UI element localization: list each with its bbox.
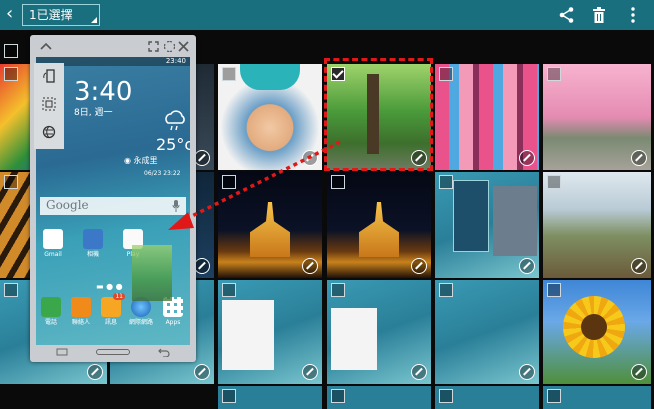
expand-icon[interactable] [519, 258, 535, 274]
gallery-thumbnail[interactable] [543, 64, 651, 170]
expand-icon[interactable] [302, 258, 318, 274]
app-phone[interactable]: 電話 [38, 297, 64, 327]
expand-icon[interactable] [631, 364, 647, 380]
gallery-thumbnail[interactable] [435, 280, 539, 384]
settings-panel-shape [331, 308, 377, 370]
back-icon[interactable] [158, 347, 170, 357]
popup-header [30, 35, 196, 57]
gallery-thumbnail[interactable] [543, 172, 651, 278]
gallery-thumbnail[interactable] [435, 172, 539, 278]
phone-screenshot-shape [453, 180, 489, 252]
expand-icon[interactable] [302, 364, 318, 380]
app-gmail[interactable]: Gmail [40, 229, 66, 259]
weather-cloud-icon [165, 110, 185, 131]
app-internet[interactable]: 網際網路 [128, 297, 154, 327]
top-toolbar: ‹ 1已選擇 [0, 0, 654, 30]
back-arrow-icon[interactable]: ‹ [6, 4, 13, 24]
home-date: 8日, 週一 [74, 108, 113, 118]
trash-icon[interactable] [590, 6, 608, 24]
select-all-checkbox[interactable] [4, 44, 18, 58]
tower-shape [359, 202, 399, 257]
home-clock: 3:40 [74, 77, 133, 107]
camera-icon [83, 229, 103, 249]
app-label: Gmail [44, 251, 62, 258]
gallery-thumbnail[interactable] [327, 280, 431, 384]
select-checkbox[interactable] [222, 283, 236, 297]
select-checkbox[interactable] [4, 67, 18, 81]
maximize-icon[interactable] [164, 41, 175, 52]
expand-icon[interactable] [631, 258, 647, 274]
resize-window-icon[interactable] [42, 97, 56, 111]
recent-apps-icon[interactable] [56, 348, 68, 356]
select-checkbox[interactable] [439, 389, 453, 403]
gallery-thumbnail[interactable] [327, 386, 431, 409]
expand-icon[interactable] [519, 364, 535, 380]
gallery-thumbnail[interactable] [435, 64, 539, 170]
drag-arrow [168, 140, 341, 230]
gallery-thumbnail[interactable] [543, 280, 651, 384]
dropdown-triangle-icon [91, 17, 97, 23]
select-checkbox[interactable] [547, 175, 561, 189]
hat-shape [240, 64, 300, 90]
close-icon[interactable] [178, 41, 189, 52]
gallery-thumbnail[interactable] [218, 386, 322, 409]
select-checkbox[interactable] [547, 67, 561, 81]
expand-icon[interactable] [631, 150, 647, 166]
share-icon[interactable] [558, 6, 576, 24]
select-checkbox[interactable] [222, 389, 236, 403]
app-apps[interactable]: Apps [160, 297, 186, 327]
chevron-up-icon[interactable] [40, 41, 52, 51]
gallery-thumbnail[interactable] [218, 280, 322, 384]
select-checkbox[interactable] [439, 67, 453, 81]
globe-settings-icon[interactable] [42, 125, 56, 139]
select-checkbox[interactable] [4, 175, 18, 189]
dragged-photo-preview [132, 245, 172, 301]
select-checkbox[interactable] [439, 175, 453, 189]
expand-icon[interactable] [411, 258, 427, 274]
popup-side-tools [34, 63, 64, 149]
unread-badge: 11 [113, 293, 125, 300]
more-vertical-icon[interactable] [624, 6, 642, 24]
app-camera[interactable]: 相機 [80, 229, 106, 259]
expand-icon[interactable] [519, 150, 535, 166]
popup-nav-bar [36, 345, 190, 359]
page-indicator: ▬ ● ● [96, 282, 123, 291]
rotate-window-icon[interactable] [42, 69, 56, 83]
select-checkbox[interactable] [547, 389, 561, 403]
app-messages[interactable]: 11 訊息 [98, 293, 125, 327]
select-checkbox[interactable] [4, 283, 18, 297]
select-checkbox[interactable] [331, 283, 345, 297]
app-label: 電話 [44, 319, 57, 326]
app-contacts[interactable]: 聯絡人 [68, 297, 94, 327]
app-label: 相機 [86, 251, 99, 258]
google-logo-text: Google [46, 198, 89, 212]
messages-icon: 11 [101, 293, 125, 317]
selection-count-label: 1已選擇 [29, 8, 73, 22]
app-label: 訊息 [104, 319, 117, 326]
expand-icon[interactable] [194, 258, 210, 274]
selection-dropdown[interactable]: 1已選擇 [22, 4, 100, 26]
home-button[interactable] [96, 349, 130, 355]
expand-icon[interactable] [411, 364, 427, 380]
expand-icon[interactable] [194, 364, 210, 380]
contacts-icon [71, 297, 91, 317]
expand-icon[interactable] [87, 364, 103, 380]
select-checkbox[interactable] [547, 283, 561, 297]
gmail-icon [43, 229, 63, 249]
phone-icon [41, 297, 61, 317]
select-checkbox[interactable] [439, 283, 453, 297]
settings-panel-shape [222, 300, 274, 370]
gallery-thumbnail[interactable] [543, 386, 651, 409]
app-label: 聯絡人 [71, 319, 90, 326]
sunflower-center-shape [581, 314, 607, 340]
status-time: 23:40 [165, 57, 186, 65]
app-label: Apps [165, 319, 181, 326]
expand-window-icon[interactable] [148, 41, 159, 52]
gallery-thumbnail[interactable] [435, 386, 539, 409]
app-label: 網際網路 [128, 319, 153, 326]
street-photo-shape [493, 186, 537, 256]
select-checkbox[interactable] [331, 389, 345, 403]
select-checkbox[interactable] [222, 67, 236, 81]
